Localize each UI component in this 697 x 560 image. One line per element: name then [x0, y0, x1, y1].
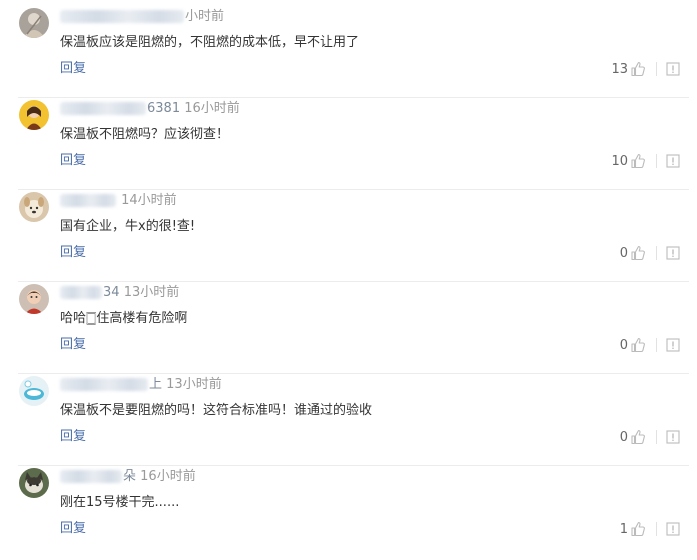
comment-meta: 14小时前	[60, 192, 177, 210]
comment-actions: 0	[620, 335, 681, 355]
user-avatar[interactable]	[19, 284, 49, 314]
user-avatar[interactable]	[19, 192, 49, 222]
comment-time: 小时前	[185, 9, 225, 24]
username-blurred[interactable]	[60, 286, 102, 299]
comment-time: 13小时前	[123, 285, 180, 300]
comment-actions: 1	[620, 519, 681, 539]
comment-item: 小时前 保温板应该是阻燃的，不阻燃的成本低，早不让用了 回复 13	[0, 6, 697, 98]
report-icon[interactable]	[665, 429, 681, 445]
action-divider	[656, 338, 657, 352]
comment-text: 保温板应该是阻燃的，不阻燃的成本低，早不让用了	[60, 35, 360, 50]
like-count: 13	[611, 61, 628, 77]
avatar-default-icon	[19, 8, 49, 38]
like-count: 0	[619, 337, 628, 353]
comment-time: 14小时前	[121, 193, 177, 208]
comment-item: 34 13小时前 哈哈🀆住高楼有危险啊 回复 0	[0, 282, 697, 374]
reply-button[interactable]: 回复	[60, 152, 86, 170]
comment-text: 保温板不是要阻燃的吗！这符合标准吗！谁通过的验收	[60, 403, 373, 418]
like-count: 10	[611, 153, 628, 169]
comment-actions: 10	[611, 151, 681, 171]
comment-meta: 朵 16小时前	[60, 468, 196, 486]
like-count: 0	[619, 245, 628, 261]
reply-button[interactable]: 回复	[60, 60, 86, 78]
reply-button[interactable]: 回复	[60, 428, 86, 446]
user-avatar[interactable]	[19, 376, 49, 406]
user-avatar[interactable]	[19, 100, 49, 130]
username-suffix[interactable]: 6381	[147, 101, 180, 116]
comment-actions: 13	[611, 59, 681, 79]
username-blurred[interactable]	[60, 378, 148, 391]
comment-item: 6381 16小时前 保温板不阻燃吗？应该彻查！ 回复 10	[0, 98, 697, 190]
thumbs-up-icon[interactable]	[630, 61, 646, 77]
report-icon[interactable]	[665, 337, 681, 353]
thumbs-up-icon[interactable]	[630, 245, 646, 261]
comment-item: 朵 16小时前 刚在15号楼干完...... 回复 1	[0, 466, 697, 558]
username-blurred[interactable]	[60, 194, 116, 207]
action-divider	[656, 154, 657, 168]
comment-text: 国有企业，牛x的很!查!	[60, 219, 196, 234]
like-count: 0	[619, 429, 628, 445]
username-suffix[interactable]: 上	[149, 377, 162, 392]
action-divider	[656, 522, 657, 536]
username-suffix[interactable]: 朵	[123, 469, 136, 484]
comment-meta: 6381 16小时前	[60, 100, 240, 118]
comment-actions: 0	[620, 243, 681, 263]
username-suffix[interactable]: 34	[103, 285, 120, 300]
report-icon[interactable]	[665, 245, 681, 261]
user-avatar[interactable]	[19, 8, 49, 38]
like-count: 1	[619, 521, 628, 537]
comment-time: 16小时前	[184, 101, 240, 116]
username-blurred[interactable]	[60, 470, 122, 483]
comment-meta: 上 13小时前	[60, 376, 222, 394]
comment-text: 哈哈🀆住高楼有危险啊	[60, 311, 188, 326]
reply-button[interactable]: 回复	[60, 336, 86, 354]
comment-time: 13小时前	[166, 377, 222, 392]
avatar-cat-icon	[19, 468, 49, 498]
reply-button[interactable]: 回复	[60, 520, 86, 538]
thumbs-up-icon[interactable]	[630, 429, 646, 445]
thumbs-up-icon[interactable]	[630, 153, 646, 169]
avatar-kid-icon	[19, 284, 49, 314]
comment-time: 16小时前	[140, 469, 196, 484]
comment-item: 上 13小时前 保温板不是要阻燃的吗！这符合标准吗！谁通过的验收 回复 0	[0, 374, 697, 466]
avatar-bird-icon	[19, 376, 49, 406]
action-divider	[656, 246, 657, 260]
username-blurred[interactable]	[60, 102, 146, 115]
action-divider	[656, 430, 657, 444]
user-avatar[interactable]	[19, 468, 49, 498]
comment-item: 14小时前 国有企业，牛x的很!查! 回复 0	[0, 190, 697, 282]
thumbs-up-icon[interactable]	[630, 521, 646, 537]
thumbs-up-icon[interactable]	[630, 337, 646, 353]
report-icon[interactable]	[665, 61, 681, 77]
report-icon[interactable]	[665, 153, 681, 169]
report-icon[interactable]	[665, 521, 681, 537]
comment-text: 保温板不阻燃吗？应该彻查！	[60, 127, 230, 142]
comment-meta: 34 13小时前	[60, 284, 179, 302]
username-blurred[interactable]	[60, 10, 184, 23]
comment-actions: 0	[620, 427, 681, 447]
avatar-girl-icon	[19, 100, 49, 130]
comment-text: 刚在15号楼干完......	[60, 495, 180, 510]
reply-button[interactable]: 回复	[60, 244, 86, 262]
action-divider	[656, 62, 657, 76]
comment-meta: 小时前	[60, 8, 224, 26]
avatar-dog-icon	[19, 192, 49, 222]
